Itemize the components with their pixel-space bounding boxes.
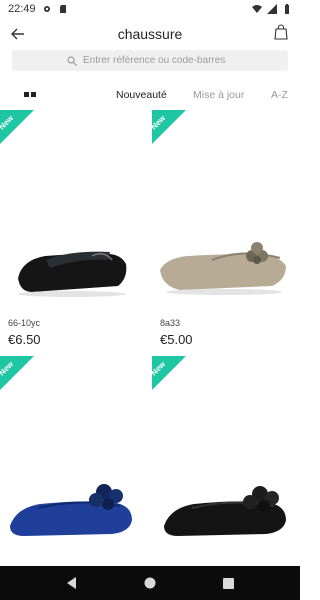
system-nav-bar: [0, 566, 300, 600]
nav-home-button[interactable]: [143, 576, 157, 590]
new-badge: New: [0, 356, 34, 390]
new-badge: New: [0, 110, 34, 144]
new-badge: New: [152, 110, 186, 144]
grid-view-toggle[interactable]: [24, 92, 36, 100]
sort-newest[interactable]: Nouveauté: [116, 89, 167, 101]
sd-card-icon: [59, 5, 66, 13]
sort-updated[interactable]: Mise à jour: [193, 89, 244, 101]
app-bar: chaussure: [0, 18, 300, 50]
status-time: 22:49: [8, 3, 36, 15]
product-reference: 8a33: [160, 318, 181, 328]
product-card[interactable]: New 8a33 €5.00: [152, 110, 300, 350]
sort-az[interactable]: A-Z: [271, 89, 288, 101]
grid-icon: [24, 92, 29, 97]
search-input[interactable]: [83, 55, 233, 66]
shopping-bag-icon: [274, 24, 288, 40]
wifi-icon: [252, 5, 262, 13]
cart-button[interactable]: [274, 24, 290, 44]
circle-home-icon: [144, 577, 156, 589]
nav-recents-button[interactable]: [222, 576, 236, 590]
settings-icon: [43, 6, 50, 12]
sort-bar: Nouveauté Mise à jour A-Z: [0, 86, 300, 106]
search-bar[interactable]: [12, 50, 288, 71]
product-card[interactable]: New: [0, 356, 148, 596]
square-recents-icon: [223, 577, 234, 589]
product-price: €6.50: [8, 332, 41, 347]
triangle-back-icon: [66, 577, 76, 589]
search-icon: [67, 55, 77, 66]
product-price: €5.00: [160, 332, 193, 347]
arrow-left-icon: [11, 28, 24, 40]
status-bar: 22:49: [0, 0, 300, 18]
page-title: chaussure: [117, 26, 183, 42]
nav-back-button[interactable]: [65, 576, 79, 590]
product-card[interactable]: New 66-10yc €6.50: [0, 110, 148, 350]
new-badge: New: [152, 356, 186, 390]
product-reference: 66-10yc: [8, 318, 41, 328]
battery-icon: [285, 4, 289, 14]
grid-icon-part: [31, 92, 36, 97]
back-button[interactable]: [8, 24, 28, 44]
product-card[interactable]: New: [152, 356, 300, 596]
signal-icon: [267, 4, 277, 14]
